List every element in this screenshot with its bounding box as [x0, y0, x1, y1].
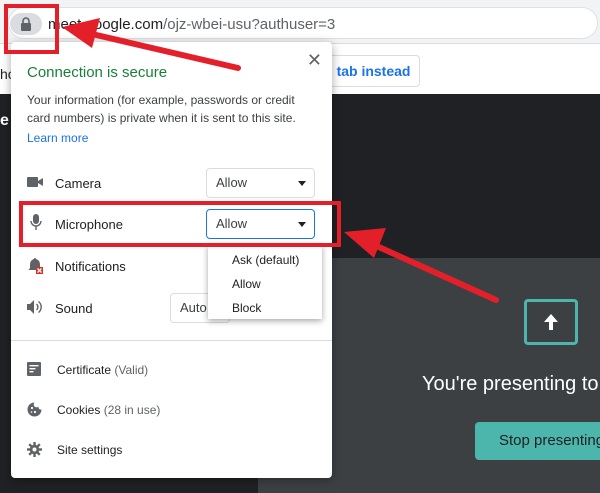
annotation-arrows — [62, 18, 499, 303]
arrow-to-lock — [62, 18, 241, 71]
arrow-to-microphone — [344, 228, 499, 303]
